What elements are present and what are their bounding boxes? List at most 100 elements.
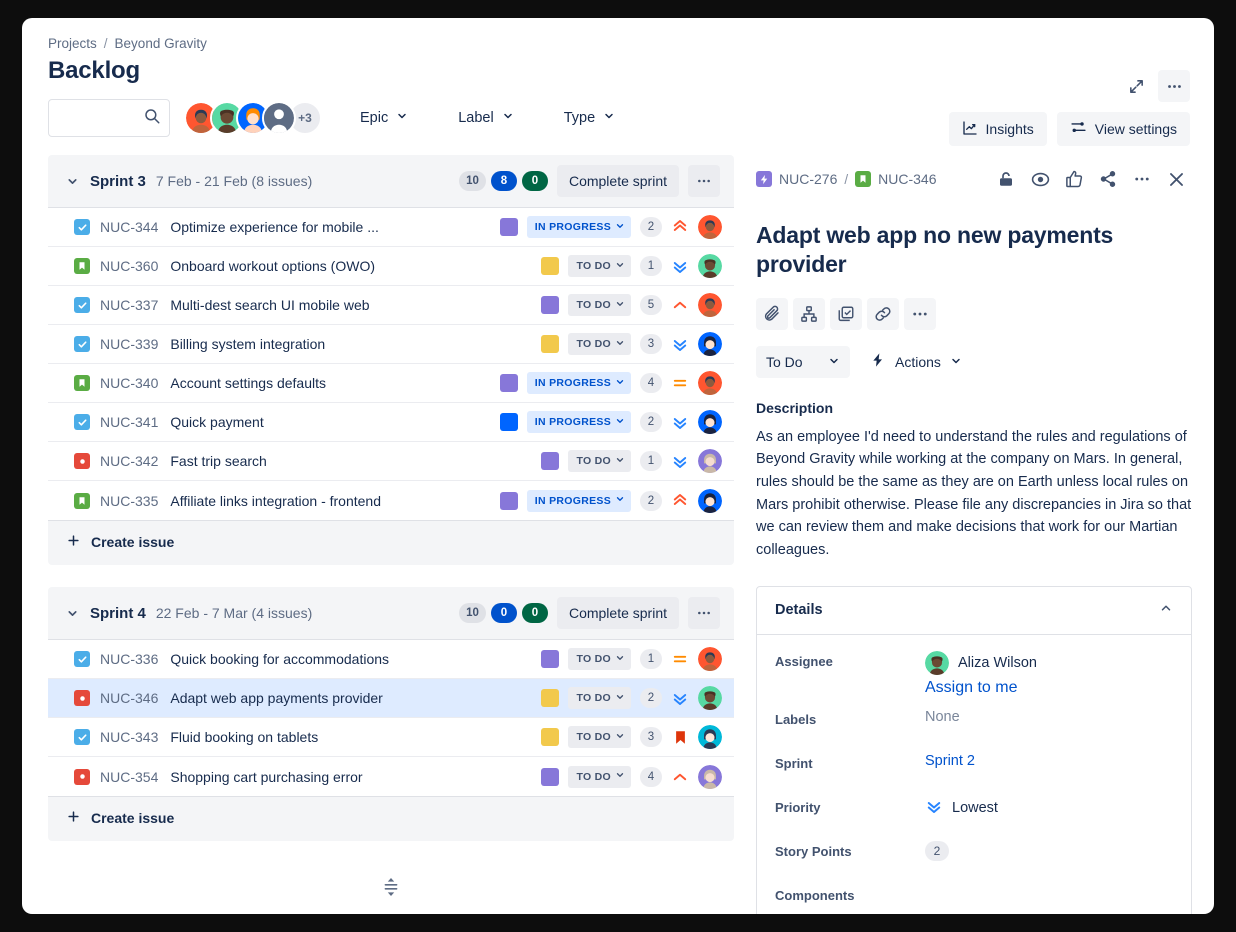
chevron-down-icon[interactable] (66, 175, 80, 188)
chevron-down-icon[interactable] (66, 607, 80, 620)
issue-key[interactable]: NUC-354 (100, 769, 158, 785)
labels-value[interactable]: None (925, 709, 960, 725)
assignee-avatar[interactable] (698, 725, 722, 749)
assignee-avatar[interactable] (698, 371, 722, 395)
breadcrumb-project[interactable]: Beyond Gravity (115, 36, 207, 51)
watch-eye-icon[interactable] (1024, 163, 1056, 195)
issue-status-dropdown[interactable]: IN PROGRESS (527, 490, 631, 512)
search-box[interactable] (48, 99, 170, 137)
epic-color-chip[interactable] (500, 492, 518, 510)
add-checklist-icon[interactable] (830, 298, 862, 330)
assignee-avatar[interactable] (698, 647, 722, 671)
issue-status-dropdown[interactable]: TO DO (568, 255, 631, 277)
issue-row[interactable]: NUC-354Shopping cart purchasing errorTO … (48, 757, 734, 796)
thumbs-up-icon[interactable] (1058, 163, 1090, 195)
issue-status-dropdown[interactable]: TO DO (568, 766, 631, 788)
assignee-avatar[interactable] (698, 686, 722, 710)
more-icon[interactable] (688, 165, 720, 197)
assignee-value[interactable]: Aliza Wilson Assign to me (925, 651, 1037, 697)
link-icon[interactable] (867, 298, 899, 330)
assignee-avatar[interactable] (698, 765, 722, 789)
insights-button[interactable]: Insights (949, 112, 1047, 146)
epic-color-chip[interactable] (541, 296, 559, 314)
assignee-avatar[interactable] (698, 410, 722, 434)
issue-key[interactable]: NUC-360 (100, 258, 158, 274)
close-icon[interactable] (1160, 163, 1192, 195)
issue-row[interactable]: NUC-337Multi-dest search UI mobile webTO… (48, 286, 734, 325)
epic-color-chip[interactable] (541, 689, 559, 707)
story-points-value[interactable]: 2 (925, 841, 949, 861)
share-icon[interactable] (1092, 163, 1124, 195)
issue-row[interactable]: NUC-343Fluid booking on tabletsTO DO3 (48, 718, 734, 757)
issue-key[interactable]: NUC-339 (100, 336, 158, 352)
epic-color-chip[interactable] (500, 374, 518, 392)
issue-row[interactable]: NUC-341Quick paymentIN PROGRESS2 (48, 403, 734, 442)
issue-key[interactable]: NUC-335 (100, 493, 158, 509)
search-input[interactable] (59, 110, 143, 126)
assignee-avatar[interactable] (698, 449, 722, 473)
issue-key[interactable]: NUC-342 (100, 453, 158, 469)
filter-epic[interactable]: Epic (346, 101, 422, 135)
detail-parent-key[interactable]: NUC-276 (779, 171, 837, 187)
issue-row[interactable]: NUC-335Affiliate links integration - fro… (48, 481, 734, 520)
issue-status-dropdown[interactable]: IN PROGRESS (527, 372, 631, 394)
child-issue-icon[interactable] (793, 298, 825, 330)
issue-status-dropdown[interactable]: TO DO (568, 687, 631, 709)
actions-dropdown[interactable]: Actions (864, 346, 968, 378)
issue-row[interactable]: NUC-342Fast trip searchTO DO1 (48, 442, 734, 481)
issue-key[interactable]: NUC-346 (100, 690, 158, 706)
more-icon[interactable] (1158, 70, 1190, 102)
create-issue-button[interactable]: Create issue (48, 521, 734, 563)
epic-color-chip[interactable] (500, 413, 518, 431)
search-icon[interactable] (143, 107, 161, 130)
issue-row[interactable]: NUC-340Account settings defaultsIN PROGR… (48, 364, 734, 403)
epic-color-chip[interactable] (541, 650, 559, 668)
issue-key[interactable]: NUC-341 (100, 414, 158, 430)
assignee-avatar[interactable] (698, 215, 722, 239)
issue-status-dropdown[interactable]: IN PROGRESS (527, 216, 631, 238)
create-issue-button[interactable]: Create issue (48, 797, 734, 839)
detail-issue-key[interactable]: NUC-346 (878, 171, 936, 187)
priority-value[interactable]: Lowest (925, 797, 998, 819)
assignee-avatar[interactable] (698, 293, 722, 317)
filter-type[interactable]: Type (550, 101, 629, 135)
issue-row[interactable]: NUC-346Adapt web app payments providerTO… (48, 679, 734, 718)
assignee-avatar[interactable] (698, 254, 722, 278)
details-card-header[interactable]: Details (757, 587, 1191, 635)
complete-sprint-button[interactable]: Complete sprint (557, 165, 679, 197)
assignee-avatar[interactable] (698, 489, 722, 513)
issue-row[interactable]: NUC-344Optimize experience for mobile ..… (48, 208, 734, 247)
issue-row[interactable]: NUC-336Quick booking for accommodationsT… (48, 640, 734, 679)
epic-color-chip[interactable] (541, 452, 559, 470)
issue-status-dropdown[interactable]: TO DO (568, 333, 631, 355)
more-icon[interactable] (1126, 163, 1158, 195)
assign-to-me-link[interactable]: Assign to me (925, 679, 1037, 697)
issue-status-dropdown[interactable]: TO DO (568, 450, 631, 472)
view-settings-button[interactable]: View settings (1057, 112, 1190, 146)
issue-key[interactable]: NUC-344 (100, 219, 158, 235)
epic-color-chip[interactable] (541, 728, 559, 746)
breadcrumb-projects[interactable]: Projects (48, 36, 97, 51)
issue-key[interactable]: NUC-343 (100, 729, 158, 745)
issue-status-dropdown[interactable]: IN PROGRESS (527, 411, 631, 433)
issue-status-dropdown[interactable]: TO DO (568, 294, 631, 316)
lock-icon[interactable] (990, 163, 1022, 195)
issue-key[interactable]: NUC-340 (100, 375, 158, 391)
epic-color-chip[interactable] (541, 768, 559, 786)
issue-status-dropdown[interactable]: TO DO (568, 648, 631, 670)
attach-icon[interactable] (756, 298, 788, 330)
epic-color-chip[interactable] (500, 218, 518, 236)
chevron-up-icon[interactable] (1159, 601, 1173, 620)
issue-row[interactable]: NUC-360Onboard workout options (OWO)TO D… (48, 247, 734, 286)
expand-icon[interactable] (1120, 70, 1152, 102)
filter-label[interactable]: Label (444, 101, 527, 135)
more-icon[interactable] (688, 597, 720, 629)
sprint-value-link[interactable]: Sprint 2 (925, 753, 975, 769)
avatar-placeholder[interactable] (262, 101, 296, 135)
issue-key[interactable]: NUC-336 (100, 651, 158, 667)
issue-key[interactable]: NUC-337 (100, 297, 158, 313)
issue-status-dropdown[interactable]: TO DO (568, 726, 631, 748)
complete-sprint-button[interactable]: Complete sprint (557, 597, 679, 629)
vertical-resize-handle[interactable] (377, 874, 405, 900)
status-dropdown[interactable]: To Do (756, 346, 850, 378)
